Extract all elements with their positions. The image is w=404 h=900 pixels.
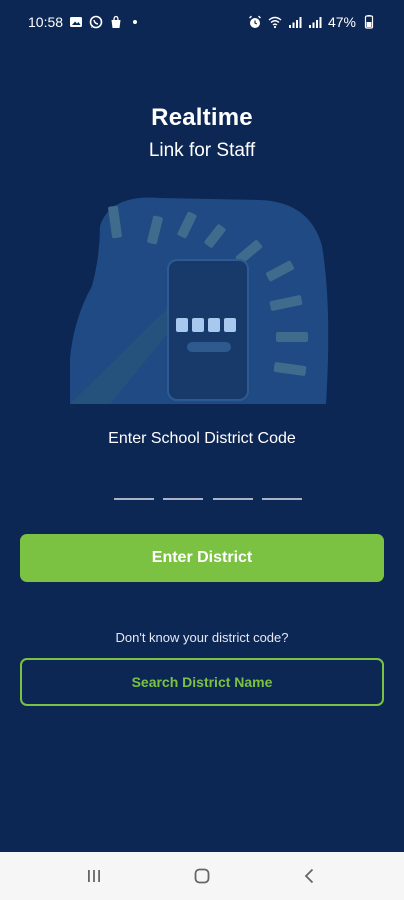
code-digit-4[interactable] — [261, 486, 302, 500]
code-digit-2[interactable] — [163, 486, 204, 500]
district-code-input — [114, 486, 302, 500]
signal-icon — [288, 15, 302, 29]
alarm-icon — [248, 15, 262, 29]
back-button[interactable] — [290, 856, 330, 896]
status-bar: 10:58 47% — [0, 0, 404, 44]
status-right: 47% — [248, 14, 376, 30]
home-icon — [194, 868, 210, 884]
battery-icon — [362, 15, 376, 29]
home-button[interactable] — [182, 856, 222, 896]
gallery-icon — [69, 15, 83, 29]
back-icon — [304, 868, 314, 884]
wifi-icon — [268, 15, 282, 29]
district-code-help: Don't know your district code? — [115, 630, 289, 645]
district-code-prompt: Enter School District Code — [108, 430, 296, 447]
whatsapp-icon — [89, 15, 103, 29]
phone-code-illustration — [68, 186, 334, 404]
battery-percent: 47% — [327, 14, 356, 30]
recent-apps-icon — [88, 870, 100, 882]
recent-apps-button[interactable] — [74, 856, 114, 896]
status-left: 10:58 — [28, 14, 138, 30]
enter-district-label: Enter District — [151, 549, 253, 566]
system-nav-bar — [0, 852, 404, 900]
signal-icon — [308, 15, 322, 29]
app-subtitle: Link for Staff — [148, 140, 256, 161]
search-district-button[interactable]: Search District Name — [20, 658, 384, 706]
shopping-bag-icon — [109, 15, 123, 29]
notification-dot — [133, 20, 138, 24]
clock: 10:58 — [28, 14, 64, 30]
enter-district-button[interactable]: Enter District — [20, 534, 384, 582]
code-digit-1[interactable] — [114, 486, 154, 500]
search-district-label: Search District Name — [131, 674, 273, 690]
app-title: Realtime — [151, 104, 253, 131]
code-digit-3[interactable] — [212, 486, 253, 500]
